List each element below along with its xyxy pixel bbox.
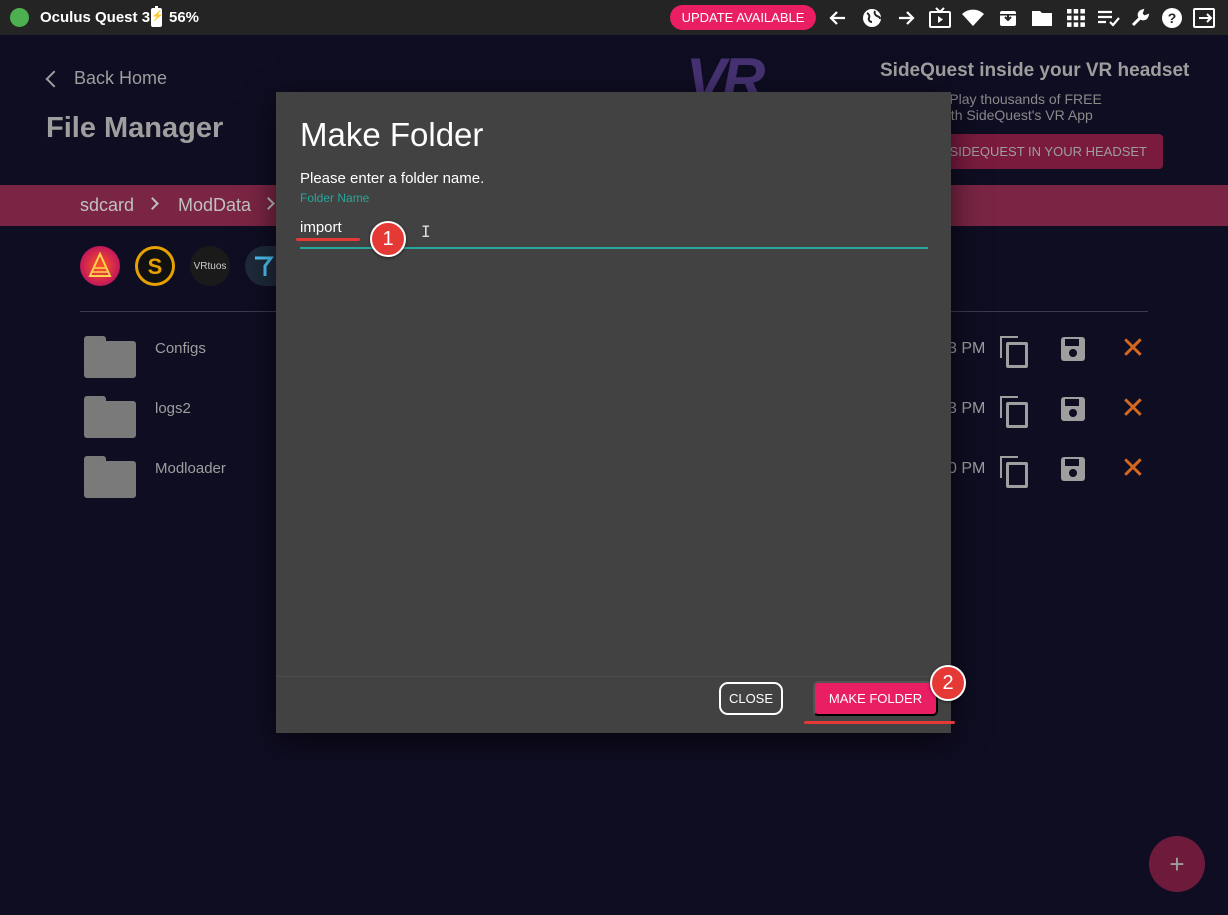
annotation-badge-2: 2 (930, 665, 966, 701)
file-time: 3 PM (948, 400, 986, 417)
chevron-left-icon (45, 70, 63, 87)
device-name: Oculus Quest 3 (40, 9, 151, 26)
save-icon[interactable] (1061, 457, 1085, 481)
archive-icon[interactable] (996, 6, 1020, 30)
globe-icon[interactable] (860, 6, 884, 30)
breadcrumb-item-moddata[interactable]: ModData (178, 195, 251, 216)
add-fab-button[interactable]: + (1149, 836, 1205, 892)
battery-percentage: 56% (169, 9, 200, 26)
copy-icon[interactable] (1000, 396, 1028, 428)
app-icon-1[interactable] (80, 246, 120, 286)
close-icon[interactable]: ✕ (1120, 334, 1146, 364)
top-bar: Oculus Quest 3 56% UPDATE AVAILABLE ? (0, 0, 1228, 35)
tv-icon[interactable] (928, 6, 952, 30)
dialog-prompt: Please enter a folder name. (300, 170, 485, 187)
wifi-icon[interactable] (961, 6, 985, 30)
folder-icon (84, 336, 136, 378)
make-folder-dialog: Make Folder Please enter a folder name. … (276, 92, 951, 733)
svg-text:S: S (148, 254, 163, 279)
file-time: 3 PM (948, 340, 986, 357)
dialog-footer-divider (276, 676, 951, 677)
make-folder-button[interactable]: MAKE FOLDER (813, 681, 938, 716)
battery-icon (151, 6, 163, 27)
banner-title: SideQuest inside your VR headset (880, 60, 1190, 81)
back-home-link[interactable]: Back Home (44, 68, 167, 89)
exit-icon[interactable] (1193, 6, 1217, 30)
annotation-badge-1: 1 (370, 221, 406, 257)
copy-icon[interactable] (1000, 336, 1028, 368)
copy-icon[interactable] (1000, 456, 1028, 488)
text-cursor-icon: I (421, 222, 431, 241)
svg-text:?: ? (1168, 10, 1177, 26)
app-icon-4[interactable] (245, 246, 276, 286)
file-time: 0 PM (948, 460, 986, 477)
back-home-label: Back Home (74, 68, 168, 88)
update-available-button[interactable]: UPDATE AVAILABLE (670, 5, 816, 30)
close-icon[interactable]: ✕ (1120, 454, 1146, 484)
app-icon-vrtuos[interactable]: VRtuos (190, 246, 230, 286)
checklist-icon[interactable] (1097, 6, 1121, 30)
forward-arrow-icon[interactable] (894, 6, 918, 30)
breadcrumb-item-sdcard[interactable]: sdcard (80, 195, 134, 216)
folder-name-label: Folder Name (300, 191, 370, 205)
close-icon[interactable]: ✕ (1120, 394, 1146, 424)
folder-icon[interactable] (1030, 6, 1054, 30)
annotation-underline-1 (296, 238, 360, 241)
file-name: logs2 (155, 400, 191, 417)
annotation-underline-2 (804, 721, 955, 724)
file-name: Configs (155, 340, 206, 357)
file-name: Modloader (155, 460, 226, 477)
wrench-icon[interactable] (1128, 6, 1152, 30)
save-icon[interactable] (1061, 337, 1085, 361)
dialog-title: Make Folder (300, 116, 484, 153)
save-icon[interactable] (1061, 397, 1085, 421)
folder-icon (84, 456, 136, 498)
folder-icon (84, 396, 136, 438)
help-icon[interactable]: ? (1160, 6, 1184, 30)
back-arrow-icon[interactable] (826, 6, 850, 30)
app-icon-vrtuos-label: VRtuos (194, 261, 227, 272)
app-icon-2[interactable]: S (135, 246, 175, 286)
page-title: File Manager (46, 112, 224, 144)
connection-status-icon (10, 8, 29, 27)
close-button[interactable]: CLOSE (719, 682, 783, 715)
grid-icon[interactable] (1064, 6, 1088, 30)
